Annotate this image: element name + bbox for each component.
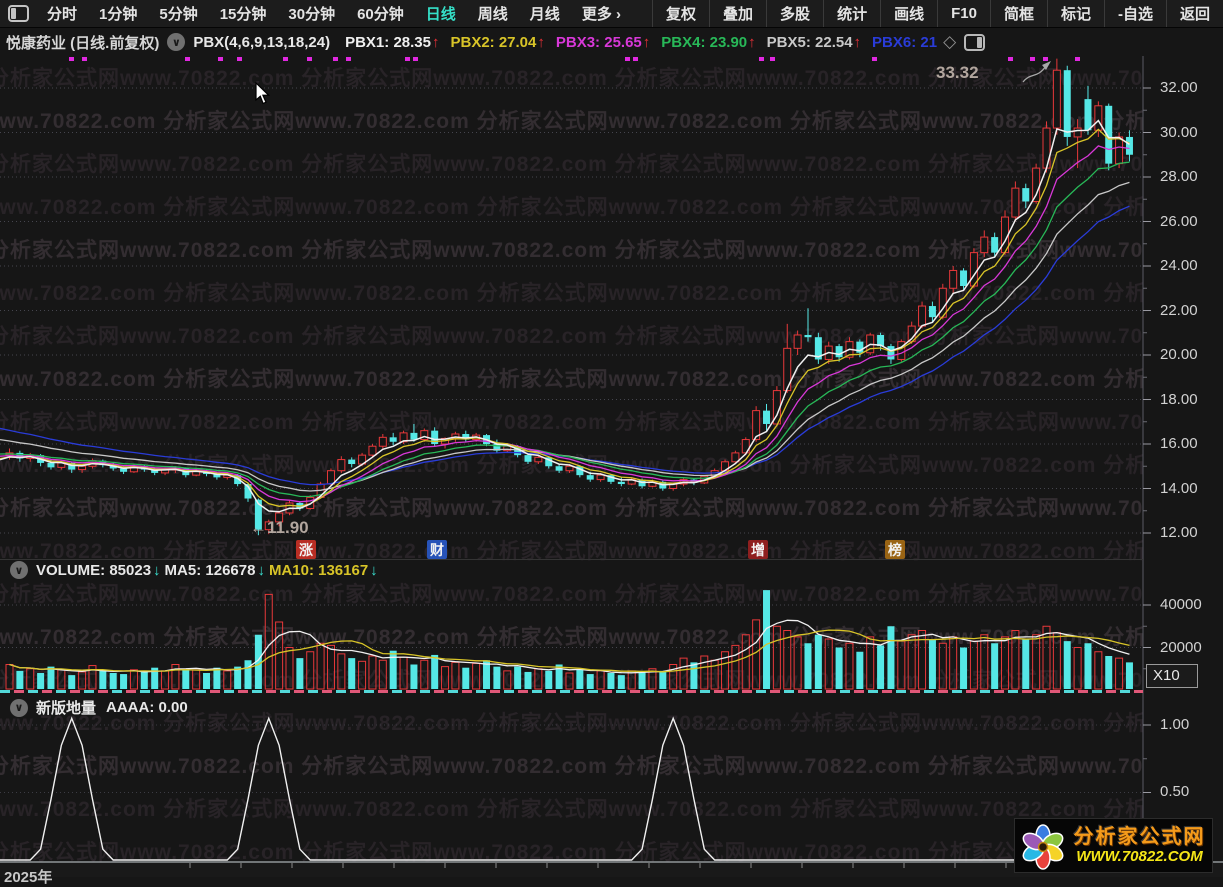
down-arrow-icon: ↓ <box>370 561 378 579</box>
chart-canvas[interactable] <box>0 0 1223 877</box>
pane3-title: 新版地量 <box>36 700 97 717</box>
pane3-axis-05: 0.50 <box>1160 783 1190 800</box>
logo-title: 分析家公式网 <box>1073 825 1206 848</box>
logo-text: 分析家公式网 WWW.70822.COM <box>1071 826 1208 866</box>
tab-monthly[interactable]: 月线 <box>519 3 571 24</box>
tab-1min[interactable]: 1分钟 <box>88 3 148 24</box>
pane3-axis-1: 1.00 <box>1160 716 1190 733</box>
down-arrow-icon: ↓ <box>257 561 265 579</box>
collapse-chevron-icon[interactable]: ∨ <box>167 33 186 51</box>
price-axis-label: 20.00 <box>1160 346 1198 363</box>
main-volume-separator <box>0 559 1143 560</box>
pbx2-value: PBX2: 27.04↑ <box>450 33 545 51</box>
diamond-icon: ◇ <box>943 32 957 51</box>
price-axis-label: 30.00 <box>1160 123 1198 141</box>
low-price-annotation: ←11.90 <box>250 518 309 537</box>
volume-ma10-value: MA10: 136167 ↓ <box>268 561 378 579</box>
btn-zixuan[interactable]: -自选 <box>1103 0 1166 27</box>
top-toolbar: 分时 1分钟 5分钟 15分钟 30分钟 60分钟 日线 周线 月线 更多 › … <box>0 0 1223 28</box>
pbx3-value: PBX3: 25.65↑ <box>555 33 651 51</box>
down-arrow-icon: ↓ <box>153 561 161 579</box>
site-logo[interactable]: 分析家公式网 WWW.70822.COM <box>1014 818 1213 873</box>
up-arrow-icon: ↑ <box>748 33 756 51</box>
btn-jiankuang[interactable]: 简框 <box>989 0 1047 27</box>
volume-unit-label: X10 <box>1146 664 1198 688</box>
tab-daily[interactable]: 日线 <box>415 3 467 24</box>
price-axis-label: 16.00 <box>1160 435 1198 452</box>
btn-tongji[interactable]: 统计 <box>823 0 880 27</box>
price-axis-label: 26.00 <box>1160 212 1198 230</box>
btn-biaoji[interactable]: 标记 <box>1046 0 1104 27</box>
pbx5-value: PBX5: 22.54↑ <box>766 33 862 51</box>
ad-marker-zeng[interactable]: 增 <box>748 540 768 559</box>
ad-marker-bang[interactable]: 榜 <box>885 540 905 559</box>
volume-value: VOLUME: 85023 ↓ <box>36 561 161 579</box>
mouse-cursor <box>255 82 271 105</box>
volume-pane-header: ∨ VOLUME: 85023 ↓ MA5: 126678 ↓ MA10: 1361… <box>2 561 382 579</box>
price-axis-label: 22.00 <box>1160 301 1198 319</box>
indicator-bar: 悦康药业 (日线.前复权) ∨ PBX(4,6,9,13,18,24) PBX1… <box>0 28 986 56</box>
ad-marker-zhang[interactable]: 涨 <box>296 540 316 559</box>
high-price-annotation: 33.32 <box>936 63 979 82</box>
symbol-title[interactable]: 悦康药业 (日线.前复权) <box>6 32 159 53</box>
layout-toggle-icon[interactable] <box>8 5 29 22</box>
volume-axis-40000: 40000 <box>1160 596 1202 613</box>
price-axis-label: 28.00 <box>1160 168 1198 185</box>
price-axis-label: 14.00 <box>1160 479 1198 497</box>
toolbar-right-group: 复权 叠加 多股 统计 画线 F10 简框 标记 -自选 返回 <box>652 0 1223 27</box>
pane3-value: AAAA: 0.00 <box>106 699 188 716</box>
btn-f10[interactable]: F10 <box>937 0 990 27</box>
pbx1-value: PBX1: 28.35↑ <box>345 33 440 51</box>
tab-30min[interactable]: 30分钟 <box>277 3 346 24</box>
btn-diejia[interactable]: 叠加 <box>709 0 766 27</box>
flower-logo-icon <box>1022 823 1064 870</box>
up-arrow-icon: ↑ <box>853 33 862 51</box>
price-axis-label: 32.00 <box>1160 79 1198 96</box>
pbx-formula[interactable]: PBX(4,6,9,13,18,24) <box>193 34 330 51</box>
btn-huaxian[interactable]: 画线 <box>880 0 937 27</box>
up-arrow-icon: ↑ <box>537 33 545 51</box>
btn-duogu[interactable]: 多股 <box>766 0 823 27</box>
up-arrow-icon: ↑ <box>431 33 440 51</box>
collapse-chevron-icon[interactable]: ∨ <box>10 698 28 717</box>
pane3-header: ∨ 新版地量 AAAA: 0.00 <box>2 697 192 718</box>
price-axis-label: 18.00 <box>1160 390 1198 408</box>
ad-marker-cai[interactable]: 财 <box>427 540 447 559</box>
collapse-chevron-icon[interactable]: ∨ <box>10 561 28 579</box>
volume-pane3-separator[interactable] <box>0 690 1143 693</box>
tab-weekly[interactable]: 周线 <box>467 3 519 24</box>
pbx4-value: PBX4: 23.90↑ <box>661 33 756 51</box>
price-axis-label: 24.00 <box>1160 257 1198 274</box>
volume-ma5-value: MA5: 126678 ↓ <box>164 561 265 579</box>
tab-15min[interactable]: 15分钟 <box>209 3 278 24</box>
tab-60min[interactable]: 60分钟 <box>346 3 415 24</box>
btn-return[interactable]: 返回 <box>1165 0 1223 27</box>
tab-5min[interactable]: 5分钟 <box>148 3 208 24</box>
tab-more[interactable]: 更多 › <box>571 3 632 24</box>
price-axis-label: 12.00 <box>1160 524 1198 541</box>
btn-fuquan[interactable]: 复权 <box>652 0 709 27</box>
logo-url: WWW.70822.COM <box>1076 847 1203 865</box>
pbx6-value: PBX6: 21 <box>872 33 938 51</box>
tab-fenshi[interactable]: 分时 <box>36 3 88 24</box>
volume-axis-20000: 20000 <box>1160 639 1202 656</box>
up-arrow-icon: ↑ <box>642 33 651 51</box>
app-window: { "toolbar": { "tabs": ["分时","1分钟","5分钟"… <box>0 0 1223 886</box>
pane-maximize-icon[interactable] <box>964 33 986 51</box>
